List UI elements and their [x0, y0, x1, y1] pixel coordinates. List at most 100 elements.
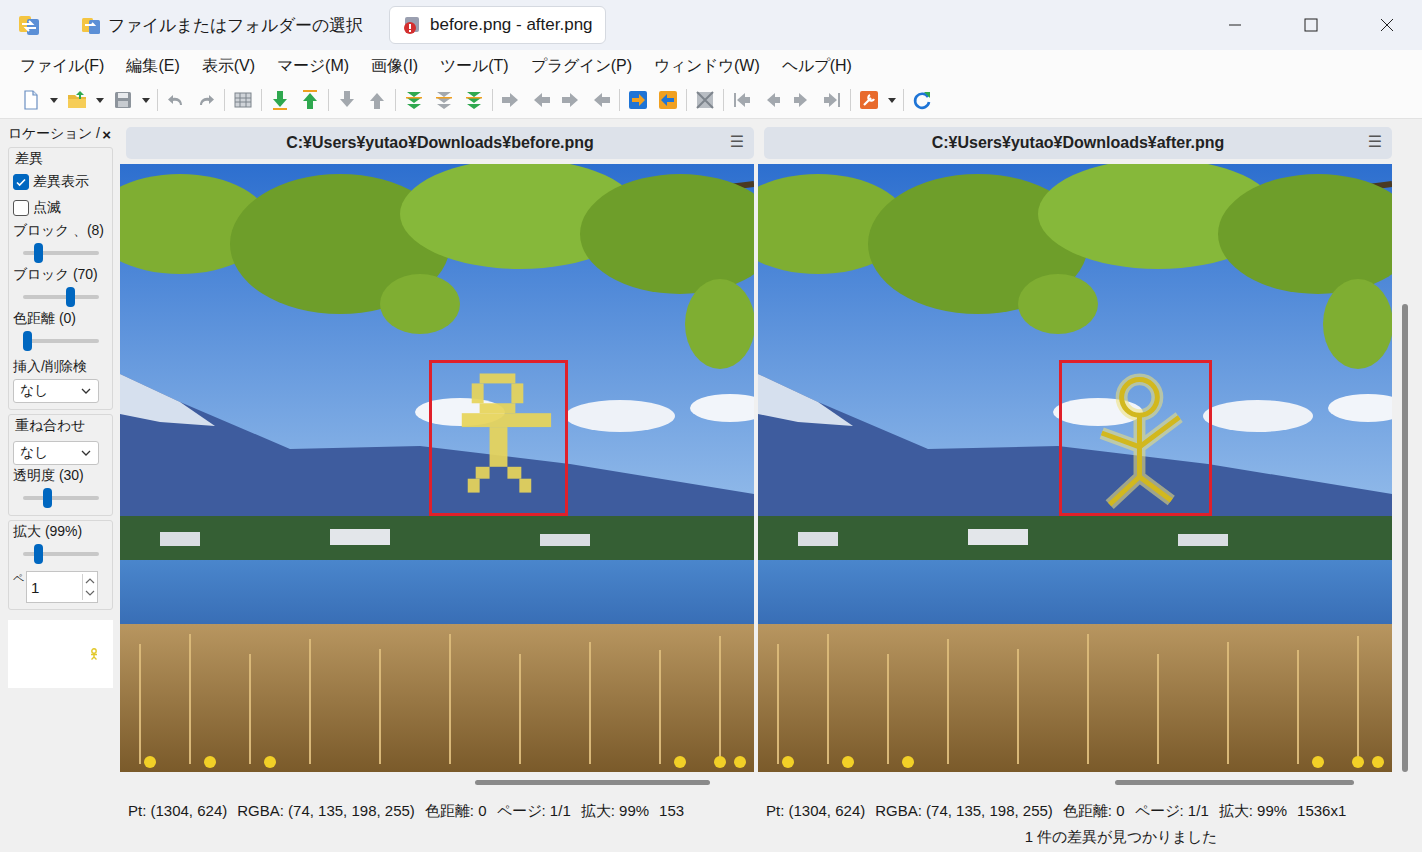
slider[interactable] — [23, 487, 99, 509]
dropdown-caret-icon — [887, 95, 897, 105]
undo-button[interactable] — [161, 85, 191, 115]
open-menu-button[interactable] — [92, 85, 108, 115]
spin-down-icon[interactable] — [83, 587, 97, 600]
toolbar-separator — [157, 89, 158, 111]
save-button[interactable] — [108, 85, 138, 115]
menu-item[interactable]: ヘルプ(H) — [782, 56, 852, 77]
checkbox-row[interactable]: 差異表示 — [13, 170, 109, 194]
window-tab[interactable]: ファイルまたはフォルダーの選択 — [68, 7, 375, 44]
minimize-button[interactable] — [1200, 0, 1270, 50]
window-tab[interactable]: before.png - after.png — [389, 6, 606, 44]
scrollbar-thumb[interactable] — [1402, 304, 1408, 772]
prev-page-button[interactable] — [757, 85, 787, 115]
copy-all-right-button[interactable] — [623, 85, 653, 115]
scrollbar-thumb[interactable] — [1115, 780, 1353, 785]
slider-thumb[interactable] — [34, 243, 43, 263]
vertical-scrollbar[interactable] — [1392, 164, 1420, 772]
new-menu-button[interactable] — [46, 85, 62, 115]
winmerge-logo-icon[interactable] — [16, 12, 42, 38]
menu-item[interactable]: プラグイン(P) — [531, 56, 632, 77]
first-page-button[interactable] — [727, 85, 757, 115]
last-page-icon — [821, 89, 843, 111]
next-diff-button[interactable] — [265, 85, 295, 115]
horizontal-scrollbar[interactable] — [758, 772, 1420, 794]
toolbar-separator — [850, 89, 851, 111]
prev-diff-button[interactable] — [295, 85, 325, 115]
next-page-button[interactable] — [787, 85, 817, 115]
checkbox[interactable] — [13, 174, 29, 190]
prev-conflict-icon — [366, 89, 388, 111]
landscape-photo — [758, 164, 1392, 772]
checkbox-row[interactable]: 点滅 — [13, 196, 109, 220]
close-icon — [1380, 18, 1394, 32]
print-icon — [232, 89, 254, 111]
menu-item[interactable]: 画像(I) — [371, 56, 418, 77]
next-conflict-button[interactable] — [332, 85, 362, 115]
save-menu-button[interactable] — [138, 85, 154, 115]
menu-item[interactable]: ファイル(F) — [20, 56, 104, 77]
copy-right-advance-button[interactable] — [556, 85, 586, 115]
redo-button[interactable] — [191, 85, 221, 115]
first-diff-button[interactable] — [399, 85, 429, 115]
pane-menu-button[interactable]: ☰ — [1368, 132, 1382, 151]
overview-thumbnail[interactable] — [8, 620, 113, 688]
title-bar: ファイルまたはフォルダーの選択 before.png - after.png — [0, 0, 1422, 50]
slider-thumb[interactable] — [66, 287, 75, 307]
menu-item[interactable]: マージ(M) — [277, 56, 349, 77]
open-button[interactable] — [62, 85, 92, 115]
copy-all-left-button[interactable] — [653, 85, 683, 115]
refresh-button[interactable] — [907, 85, 937, 115]
checkbox[interactable] — [13, 200, 29, 216]
new-button[interactable] — [16, 85, 46, 115]
last-page-button[interactable] — [817, 85, 847, 115]
image-viewport[interactable] — [120, 164, 754, 772]
image-compare-icon — [402, 14, 424, 36]
page-spinbox[interactable]: 1 — [26, 571, 98, 603]
first-diff-icon — [403, 89, 425, 111]
slider-thumb[interactable] — [34, 544, 43, 564]
maximize-button[interactable] — [1276, 0, 1346, 50]
slider[interactable] — [23, 286, 99, 308]
slider-thumb[interactable] — [43, 488, 52, 508]
dropdown[interactable]: なし — [13, 441, 99, 465]
location-pane-close[interactable]: × — [102, 126, 113, 143]
print-button[interactable] — [228, 85, 258, 115]
menu-bar: ファイル(F) 編集(E) 表示(V) マージ(M) 画像(I) ツール(T) プラグイン(… — [0, 50, 1422, 82]
difference-highlight[interactable] — [429, 360, 568, 516]
toolbar-separator — [619, 89, 620, 111]
slider-track — [23, 295, 99, 299]
prev-conflict-button[interactable] — [362, 85, 392, 115]
last-diff-button[interactable] — [459, 85, 489, 115]
menu-item[interactable]: 表示(V) — [202, 56, 255, 77]
slider[interactable] — [23, 242, 99, 264]
horizontal-scrollbar[interactable] — [120, 772, 754, 794]
new-icon — [20, 89, 42, 111]
slider[interactable] — [23, 330, 99, 352]
pane-menu-button[interactable]: ☰ — [730, 132, 744, 151]
toolbar-separator — [686, 89, 687, 111]
select-row: なし — [13, 441, 109, 465]
option-group: 重ね合わせなし透明度 (30) — [8, 414, 113, 516]
winmerge-window: ファイルまたはフォルダーの選択before.png - after.pngファイ… — [0, 0, 1422, 852]
menu-item[interactable]: ツール(T) — [440, 56, 508, 77]
options-button[interactable] — [854, 85, 884, 115]
dropdown[interactable]: なし — [13, 379, 99, 403]
difference-highlight[interactable] — [1059, 360, 1212, 516]
maximize-icon — [1304, 18, 1318, 32]
menu-item[interactable]: ウィンドウ(W) — [654, 56, 760, 77]
slider-thumb[interactable] — [23, 331, 32, 351]
current-diff-icon — [433, 89, 455, 111]
spin-up-icon[interactable] — [83, 574, 97, 587]
copy-left-advance-button[interactable] — [586, 85, 616, 115]
scrollbar-thumb[interactable] — [475, 780, 710, 785]
options-menu-button[interactable] — [884, 85, 900, 115]
copy-right-button[interactable] — [496, 85, 526, 115]
diff-pane-button[interactable] — [690, 85, 720, 115]
copy-left-button[interactable] — [526, 85, 556, 115]
close-button[interactable] — [1352, 0, 1422, 50]
current-diff-button[interactable] — [429, 85, 459, 115]
copy-right-advance-icon — [560, 89, 582, 111]
menu-item[interactable]: 編集(E) — [126, 56, 179, 77]
slider[interactable] — [23, 543, 99, 565]
image-viewport[interactable] — [758, 164, 1392, 772]
